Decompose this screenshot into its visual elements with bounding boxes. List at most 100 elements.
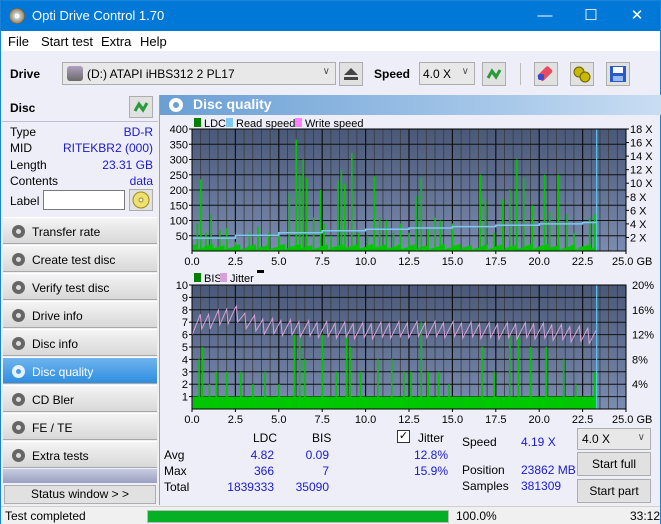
bis-bar [361, 396, 364, 409]
bis-bar [566, 396, 569, 409]
disc-quality-icon [169, 98, 183, 112]
ldc-bar [347, 247, 351, 251]
x-tick-label: 12.5 [398, 414, 419, 426]
x-tick-label: 12.5 [398, 256, 419, 268]
legend-ldc: LDC [204, 118, 226, 130]
nav-label: Disc info [32, 337, 79, 351]
menu-bar: File Start test Extra Help [1, 31, 660, 51]
disc-label-key: Label [10, 194, 40, 208]
nav-create-test-disc[interactable]: Create test disc [3, 245, 157, 272]
progress-label: 100.0% [456, 509, 497, 523]
ldc-bar [413, 244, 416, 251]
bis-bar [318, 396, 322, 409]
test-speed-select[interactable]: 4.0 X ∨ [577, 428, 651, 450]
bis-bar [514, 396, 517, 409]
bis-bar [444, 396, 448, 409]
close-button[interactable]: ✕ [614, 1, 660, 31]
menu-help[interactable]: Help [140, 34, 167, 49]
nav-fe-te[interactable]: FE / TE [3, 413, 157, 440]
save-button[interactable] [606, 62, 630, 86]
bis-bar [562, 359, 565, 409]
disc-label-input[interactable] [43, 190, 125, 210]
ldc-bar [334, 246, 337, 251]
erase-button[interactable] [534, 62, 558, 86]
disc-contents-row: Contents data [10, 174, 153, 190]
refresh-arrows-icon [133, 101, 149, 113]
disc-refresh-button[interactable] [129, 96, 153, 118]
bis-bar [478, 396, 481, 409]
disc-label-button[interactable] [129, 189, 153, 211]
bis-bar [496, 396, 499, 409]
start-full-button[interactable]: Start full [577, 452, 651, 476]
bis-bar [338, 396, 342, 409]
ldc-bar [512, 245, 515, 251]
nav-verify-test-disc[interactable]: Verify test disc [3, 273, 157, 300]
settings-button[interactable] [570, 62, 594, 86]
nav-extra-tests[interactable]: Extra tests [3, 441, 157, 468]
refresh-arrows-icon [486, 68, 502, 80]
disc-contents-value: data [129, 174, 153, 188]
ldc-bar [278, 235, 280, 251]
menu-extra[interactable]: Extra [101, 34, 131, 49]
bis-bar [345, 334, 348, 409]
speed-select[interactable]: 4.0 X ∨ [419, 62, 475, 85]
x-tick-label: 15.0 [442, 414, 463, 426]
eraser-icon [537, 66, 553, 81]
x-tick-label: 10.0 [355, 256, 376, 268]
bis-bar [285, 396, 288, 409]
jitter-checkbox[interactable]: ✓ [397, 430, 410, 443]
bis-bar [570, 396, 573, 409]
ldc-bar [462, 247, 466, 251]
nav-drive-info[interactable]: Drive info [3, 301, 157, 328]
nav-label: FE / TE [32, 421, 73, 435]
ldc-bar [192, 244, 196, 251]
bis-bar [559, 396, 562, 409]
status-window-button[interactable]: Status window > > [4, 485, 156, 504]
bis-bar [541, 396, 544, 409]
nav-disc-quality[interactable]: Disc quality [3, 357, 157, 384]
toolbar: Drive (D:) ATAPI iHBS312 2 PL17 ∨ Speed … [1, 51, 660, 95]
chevron-down-icon: ∨ [461, 66, 469, 77]
minimize-button[interactable]: — [522, 1, 568, 31]
menu-start-test[interactable]: Start test [41, 34, 93, 49]
menu-file[interactable]: File [8, 34, 29, 49]
ldc-bar [552, 246, 555, 251]
maximize-button[interactable]: ☐ [568, 1, 614, 31]
bis-bar [458, 396, 461, 409]
bis-bar [210, 396, 214, 409]
nav-cd-bler[interactable]: CD Bler [3, 385, 157, 412]
bis-bar [448, 384, 450, 409]
legend-ldc-swatch [194, 118, 201, 127]
bis-bar [508, 334, 511, 409]
disc-header: Disc [2, 95, 158, 121]
start-part-button[interactable]: Start part [577, 479, 651, 503]
elapsed-time: 33:12 [630, 509, 661, 523]
bis-bar [462, 396, 466, 409]
bis-bar [579, 396, 582, 409]
bis-bar [594, 371, 596, 409]
nav-transfer-rate[interactable]: Transfer rate [3, 217, 157, 244]
ldc-bar [498, 245, 502, 251]
bis-bar [341, 396, 344, 409]
samples-value: 381309 [521, 479, 562, 493]
ldc-bar [573, 232, 575, 251]
bis-bar [529, 347, 532, 409]
ldc-bar [323, 223, 325, 251]
bis-bar [316, 396, 319, 409]
bis-bar [192, 396, 196, 409]
legend-bis-swatch [194, 273, 201, 282]
bis-bar [195, 396, 198, 409]
bis-bar [231, 396, 234, 409]
eject-button[interactable] [339, 62, 363, 86]
ldc-bar [280, 244, 283, 251]
ldc-bar [361, 247, 364, 251]
nav-disc-info[interactable]: Disc info [3, 329, 157, 356]
ldc-bar [586, 245, 589, 251]
ldc-bar [370, 244, 373, 251]
bis-bar [552, 396, 555, 409]
drive-select[interactable]: (D:) ATAPI iHBS312 2 PL17 ∨ [62, 62, 336, 85]
bis-bar [383, 396, 387, 409]
ldc-bar [368, 244, 371, 251]
refresh-button[interactable] [482, 62, 506, 86]
disc-title: Disc [10, 101, 36, 115]
